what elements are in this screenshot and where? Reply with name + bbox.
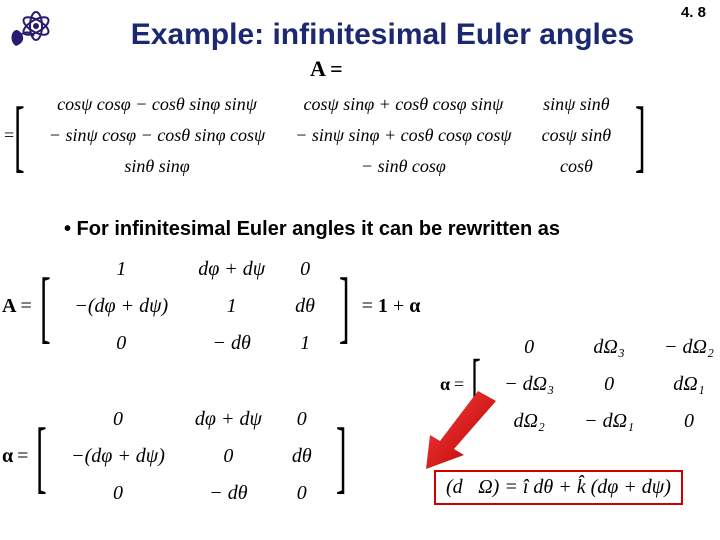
ma-r2c3: dθ [278,439,326,474]
slide-title: Example: infinitesimal Euler angles [105,18,660,52]
equation-a-equals: A = [310,56,343,82]
m-r1c2: cosψ sinφ + cosθ cosφ sinψ [281,90,525,119]
ma-r2c2: 0 [181,439,276,474]
ms-r3c2: − dθ [184,326,279,361]
equation-alpha-matrix: α = [ 0 dφ + dψ 0 −(dφ + dψ) 0 dθ 0 − dθ… [0,400,354,513]
slide: 4. 8 Example: infinitesimal Euler angles… [0,0,720,540]
ma-r1c3: 0 [278,402,326,437]
ma-r3c1: 0 [57,476,179,511]
ma-r2c1: −(dφ + dψ) [57,439,179,474]
m-r2c3: cosψ sinθ [528,121,626,150]
equation-a-small: A = [ 1 dφ + dψ 0 −(dφ + dψ) 1 dθ 0 − dθ… [2,250,420,363]
m-r1c1: cosψ cosφ − cosθ sinφ sinψ [35,90,279,119]
ms-r3c1: 0 [60,326,182,361]
ma-r1c1: 0 [57,402,179,437]
arrow-icon [408,385,508,480]
ms-r1c2: dφ + dψ [184,252,279,287]
mo-r1c2: dΩ₃ [570,330,648,365]
bullet-text: • For infinitesimal Euler angles it can … [64,218,560,241]
ma-r3c3: 0 [278,476,326,511]
ma-r3c2: − dθ [181,476,276,511]
ms-r1c3: 0 [281,252,329,287]
ma-r1c2: dφ + dψ [181,402,276,437]
rhs-identity: = 1 + α [362,295,421,318]
logo-icon [8,6,70,59]
ms-r1c1: 1 [60,252,182,287]
page-number: 4. 8 [681,4,706,21]
m-r2c2: − sinψ sinφ + cosθ cosφ cosψ [281,121,525,150]
m-r3c2: − sinθ cosφ [281,152,525,181]
mo-r2c3: dΩ₁ [650,367,720,402]
m-r3c3: cosθ [528,152,626,181]
matrix-full: = [ cosψ cosφ − cosθ sinφ sinψ cosψ sinφ… [4,88,654,183]
m-r2c1: − sinψ cosφ − cosθ sinφ cosψ [35,121,279,150]
ms-r2c1: −(dφ + dψ) [60,289,182,324]
mo-r1c1: 0 [490,330,568,365]
boxed-equation: (d⃗Ω) = î dθ + k̂ (dφ + dψ) [434,470,683,505]
ms-r2c3: dθ [281,289,329,324]
m-r3c1: sinθ sinφ [35,152,279,181]
mo-r1c3: − dΩ₂ [650,330,720,365]
mo-r3c2: − dΩ₁ [570,404,648,439]
ms-r2c2: 1 [184,289,279,324]
m-r1c3: sinψ sinθ [528,90,626,119]
mo-r2c2: 0 [570,367,648,402]
mo-r3c3: 0 [650,404,720,439]
ms-r3c3: 1 [281,326,329,361]
